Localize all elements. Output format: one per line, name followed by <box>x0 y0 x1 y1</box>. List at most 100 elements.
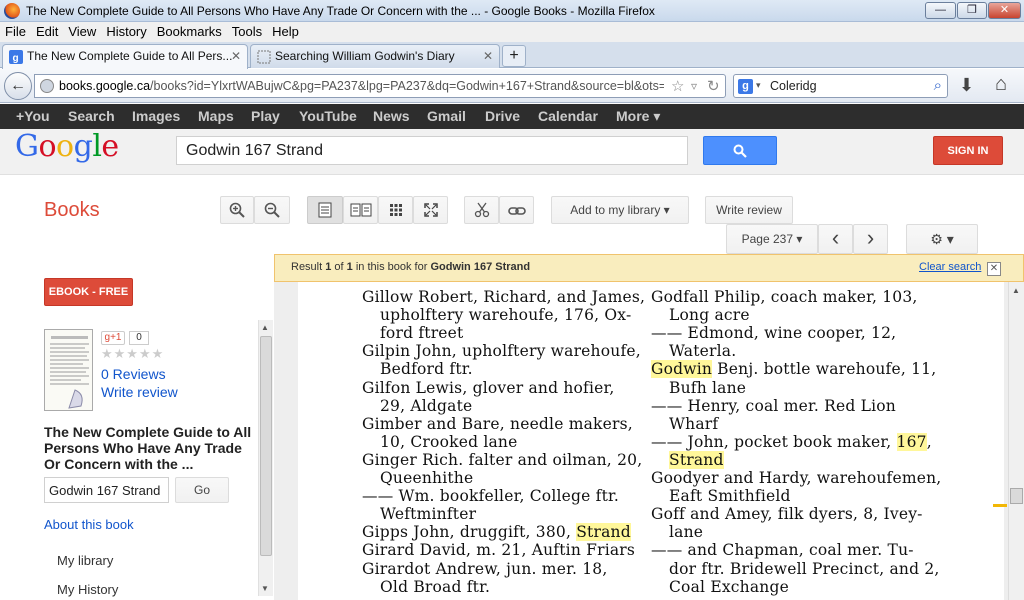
close-window-button[interactable]: ✕ <box>988 2 1021 19</box>
menu-bar: File Edit View History Bookmarks Tools Help <box>0 22 1024 42</box>
about-this-book-link[interactable]: About this book <box>44 517 134 532</box>
page-text-line: Waterla. <box>669 342 737 361</box>
page-text-line: upholftery warehoufe, 176, Ox- <box>380 306 632 325</box>
zoom-out-button[interactable] <box>254 196 290 224</box>
menu-view[interactable]: View <box>63 22 101 39</box>
google-bar: +You Search Images Maps Play YouTube New… <box>0 104 1024 129</box>
zoom-in-icon <box>229 202 245 218</box>
left-panel-scrollbar[interactable]: ▲ ▼ <box>258 320 273 596</box>
tab-google-books[interactable]: g The New Complete Guide to All Pers... … <box>2 44 248 69</box>
page-text-line: Long acre <box>669 306 750 325</box>
gbar-more[interactable]: More ▾ <box>616 108 660 125</box>
gbar-plus-you[interactable]: +You <box>16 108 50 124</box>
close-tab-icon[interactable]: ✕ <box>483 49 493 63</box>
download-icon[interactable]: ⬇ <box>959 75 974 96</box>
books-title[interactable]: Books <box>44 199 100 222</box>
search-highlight: Godwin <box>651 360 713 379</box>
engine-dropdown-icon[interactable]: ▾ <box>756 80 761 91</box>
gbar-maps[interactable]: Maps <box>198 108 234 124</box>
link-icon <box>507 207 526 215</box>
google-plus-one-button[interactable]: g+1 <box>101 331 125 345</box>
google-favicon-icon: g <box>9 50 23 64</box>
settings-button[interactable]: ⚙ ▾ <box>906 224 978 254</box>
menu-help[interactable]: Help <box>267 22 304 39</box>
tab-godwin-diary[interactable]: Searching William Godwin's Diary ✕ <box>250 44 500 68</box>
tab-label: The New Complete Guide to All Pers... <box>27 49 233 63</box>
zoom-in-button[interactable] <box>220 196 254 224</box>
sign-in-button[interactable]: SIGN IN <box>933 136 1003 165</box>
my-library-link[interactable]: My library <box>57 553 113 568</box>
page-select-dropdown[interactable]: Page 237 ▾ <box>726 224 818 254</box>
write-review-button[interactable]: Write review <box>705 196 793 224</box>
next-page-button[interactable]: › <box>853 224 888 254</box>
fullscreen-button[interactable] <box>413 196 448 224</box>
my-history-link[interactable]: My History <box>57 582 118 597</box>
ebook-free-button[interactable]: EBOOK - FREE <box>44 278 133 306</box>
page-text-line: —— Henry, coal mer. Red Lion <box>651 396 896 415</box>
reload-icon[interactable]: ↻ <box>707 77 720 95</box>
scrollbar-thumb[interactable] <box>1010 488 1023 504</box>
write-review-link[interactable]: Write review <box>101 384 178 400</box>
scrollbar-thumb[interactable] <box>260 336 272 556</box>
two-page-view-button[interactable] <box>343 196 378 224</box>
menu-edit[interactable]: Edit <box>31 22 63 39</box>
new-tab-button[interactable]: + <box>502 45 526 67</box>
restore-button[interactable]: ❐ <box>957 2 987 19</box>
reviews-link[interactable]: 0 Reviews <box>101 366 166 382</box>
page-text-line: Wharf <box>669 414 719 433</box>
page-text-line: Eaft Smithfield <box>669 487 791 506</box>
gbar-news[interactable]: News <box>373 108 410 124</box>
page-text-line: Gilpin John, upholftery warehoufe, <box>362 342 641 361</box>
close-tab-icon[interactable]: ✕ <box>231 49 241 63</box>
search-button[interactable] <box>703 136 777 165</box>
gbar-youtube[interactable]: YouTube <box>299 108 357 124</box>
browser-search-box[interactable]: g ▾ Coleridg ⌕ <box>733 74 948 98</box>
menu-tools[interactable]: Tools <box>227 22 267 39</box>
go-button[interactable]: Go <box>175 477 229 503</box>
single-page-view-button[interactable] <box>307 196 343 224</box>
browser-search-input[interactable]: Coleridg <box>770 79 817 93</box>
gbar-gmail[interactable]: Gmail <box>427 108 466 124</box>
gbar-play[interactable]: Play <box>251 108 280 124</box>
scroll-up-arrow-icon[interactable]: ▲ <box>1012 286 1020 295</box>
gbar-images[interactable]: Images <box>132 108 180 124</box>
menu-bookmarks[interactable]: Bookmarks <box>152 22 227 39</box>
books-search-input[interactable]: Godwin 167 Strand <box>176 136 688 165</box>
scroll-up-arrow-icon[interactable]: ▲ <box>261 323 269 332</box>
url-text[interactable]: books.google.ca/books?id=YlxrtWABujwC&pg… <box>59 79 664 93</box>
viewer-scrollbar[interactable]: ▲ <box>993 282 1024 600</box>
clear-search-link[interactable]: Clear search <box>919 261 981 273</box>
bookmark-star-icon[interactable]: ☆ <box>671 77 684 95</box>
close-banner-icon[interactable]: ✕ <box>987 262 1001 276</box>
scroll-down-arrow-icon[interactable]: ▼ <box>261 584 269 593</box>
google-logo[interactable]: Google <box>15 129 119 164</box>
url-dropdown-icon[interactable]: ▿ <box>691 79 697 93</box>
previous-page-button[interactable]: ‹ <box>818 224 853 254</box>
home-icon[interactable]: ⌂ <box>995 73 1007 96</box>
page-text-line: Godwin Benj. bottle warehoufe, 11, <box>651 360 937 379</box>
page-text-line: dor ftr. Bridewell Precinct, and 2, <box>669 559 940 578</box>
window-title: The New Complete Guide to All Persons Wh… <box>26 4 655 18</box>
grid-icon <box>389 204 402 216</box>
search-highlight: Strand <box>669 450 724 469</box>
add-to-library-button[interactable]: Add to my library ▾ <box>551 196 689 224</box>
gbar-drive[interactable]: Drive <box>485 108 520 124</box>
link-button[interactable] <box>499 196 534 224</box>
google-engine-icon[interactable]: g <box>738 79 753 94</box>
page-text-line: Gilfon Lewis, glover and hofier, <box>362 378 615 397</box>
page-text-line: Old Broad ftr. <box>380 577 491 596</box>
back-button[interactable]: ← <box>4 72 32 100</box>
search-in-book-input[interactable]: Godwin 167 Strand <box>44 477 169 503</box>
page-text-line: 29, Aldgate <box>380 396 473 415</box>
search-icon[interactable]: ⌕ <box>934 77 942 94</box>
clip-button[interactable] <box>464 196 499 224</box>
menu-history[interactable]: History <box>101 22 151 39</box>
book-page-viewer[interactable]: Gillow Robert, Richard, and James, upholf… <box>274 282 1024 600</box>
thumbnail-view-button[interactable] <box>378 196 413 224</box>
gbar-calendar[interactable]: Calendar <box>538 108 598 124</box>
url-bar[interactable]: books.google.ca/books?id=YlxrtWABujwC&pg… <box>34 74 726 98</box>
book-cover-thumbnail[interactable] <box>44 329 93 411</box>
gbar-search[interactable]: Search <box>68 108 115 124</box>
menu-file[interactable]: File <box>0 22 31 39</box>
minimize-button[interactable]: — <box>925 2 956 19</box>
